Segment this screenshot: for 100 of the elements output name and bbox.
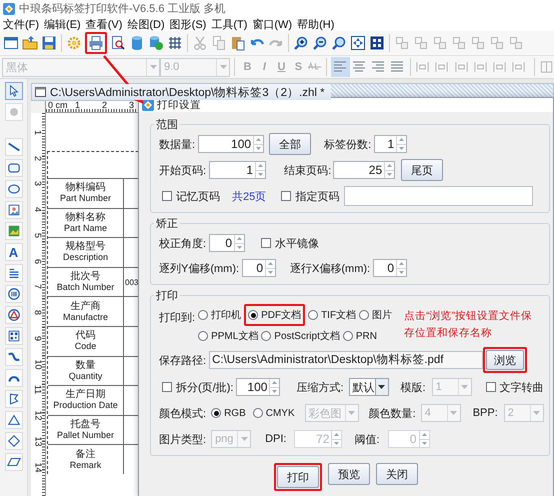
diamond-tool-button[interactable] — [4, 432, 22, 450]
radio-option[interactable]: 图片 — [359, 308, 392, 322]
radio-option[interactable]: PRN — [342, 330, 377, 342]
clipboard-icon[interactable] — [230, 35, 246, 51]
gear-icon[interactable] — [66, 35, 82, 51]
y-offset-field[interactable]: 0 — [242, 259, 276, 277]
arc-tool-button[interactable] — [4, 369, 22, 387]
end-page-field[interactable]: 25 — [333, 161, 396, 179]
menu-item[interactable]: 文件(F) — [3, 16, 40, 32]
caret-icon — [348, 411, 356, 415]
browse-button[interactable]: 浏览 — [486, 350, 524, 370]
menu-item[interactable]: 窗口(W) — [252, 16, 292, 32]
zoom-out-icon[interactable] — [312, 35, 328, 51]
diamond-icon — [6, 434, 20, 448]
dialog-button[interactable]: 预览 — [328, 463, 370, 485]
x-offset-field[interactable]: 0 — [373, 259, 408, 277]
copies-field[interactable]: 1 — [374, 135, 408, 153]
spinner-arrows-icon[interactable] — [255, 162, 266, 178]
rounded-rectangle-tool-button[interactable] — [4, 159, 22, 177]
checkbox-label: 拆分(页/批): — [176, 380, 234, 394]
field-label: BPP: — [472, 407, 498, 419]
align-left-button[interactable] — [330, 57, 350, 77]
ellipse-tool-button[interactable] — [4, 180, 22, 198]
parallelogram-tool-button[interactable] — [4, 453, 22, 471]
curve-tool-button[interactable] — [4, 348, 22, 366]
all-button[interactable]: 全部 — [269, 133, 312, 155]
checkered-square-icon[interactable] — [369, 35, 385, 51]
checkbox[interactable] — [486, 382, 496, 392]
menu-item[interactable]: 帮助(H) — [297, 16, 334, 32]
folder-icon[interactable] — [22, 35, 38, 51]
line-tool-button[interactable] — [4, 138, 22, 156]
zoom-in-icon[interactable] — [293, 35, 309, 51]
qr-code-tool-button[interactable] — [4, 327, 22, 345]
menu-item[interactable]: 图形(S) — [170, 16, 206, 32]
polyline-tool-button[interactable] — [4, 390, 22, 408]
save-path-field[interactable]: C:\Users\Administrator\Desktop\物料标签.pdf — [209, 351, 484, 369]
page-magnifier-icon[interactable] — [110, 35, 126, 51]
curve-icon — [6, 350, 20, 364]
spinner-arrows-icon[interactable] — [253, 136, 264, 152]
menu-item[interactable]: 查看(V) — [86, 16, 122, 32]
split-field[interactable]: 100 — [236, 378, 280, 396]
grid-icon[interactable] — [167, 35, 183, 51]
field-label: 标签份数: — [324, 138, 372, 152]
fit-page-icon[interactable] — [350, 35, 366, 51]
dialog-button[interactable]: 打印 — [277, 466, 319, 488]
radio-option[interactable]: RGB — [211, 408, 246, 418]
magnifier-icon[interactable] — [331, 35, 347, 51]
checkbox[interactable] — [281, 191, 292, 201]
compression-select[interactable]: 默认 — [348, 378, 389, 396]
checkbox[interactable] — [162, 382, 172, 392]
warning-circle-tool-button[interactable] — [4, 306, 22, 324]
paragraph-icon — [6, 266, 20, 280]
checkbox-label: 记忆页码 — [176, 190, 220, 204]
menu-item[interactable]: 工具(T) — [211, 16, 248, 32]
radio-option[interactable]: 打印机 — [198, 308, 242, 322]
field-value: 003 — [125, 278, 138, 287]
field-label: 打印到: — [159, 311, 196, 325]
start-page-field[interactable]: 1 — [209, 161, 266, 179]
radio-option[interactable]: PDF文档 — [248, 308, 302, 322]
field-name-english: Manufactre — [62, 312, 108, 323]
spinner-arrows-icon[interactable] — [269, 379, 280, 395]
caret-icon — [450, 411, 458, 415]
data-count-field[interactable]: 100 — [198, 135, 264, 153]
menu-item[interactable]: 编辑(E) — [44, 16, 81, 32]
spinner-arrows-icon[interactable] — [384, 162, 394, 178]
paragraph-tool-button[interactable] — [4, 264, 22, 282]
angle-field[interactable]: 0 — [209, 234, 246, 252]
checkbox-label: 文字转曲 — [500, 380, 544, 394]
radio-option[interactable]: PostScript文档 — [261, 329, 340, 343]
spinner-arrows-icon[interactable] — [396, 260, 406, 276]
database-check-icon[interactable] — [148, 35, 164, 51]
radio-option[interactable]: PPML文档 — [198, 329, 258, 343]
triangle-tool-button[interactable] — [4, 411, 22, 429]
window-icon[interactable] — [3, 35, 19, 51]
field-name: 批次号 — [70, 271, 100, 282]
field-label: 模版: — [400, 380, 426, 394]
document-tab[interactable]: C:\Users\Administrator\Desktop\物料标签3（2）.zhl * — [32, 84, 331, 100]
last-page-button[interactable]: 尾页 — [401, 159, 444, 181]
ellipse-icon — [6, 182, 20, 196]
dialog-button[interactable]: 关闭 — [376, 463, 418, 485]
checkbox[interactable] — [261, 238, 272, 248]
image-frame-tool-button[interactable] — [4, 201, 22, 219]
text-tool-button[interactable]: A — [4, 243, 22, 261]
barcode-circle-tool-button[interactable] — [4, 285, 22, 303]
spinner-arrows-icon[interactable] — [234, 235, 244, 251]
menu-item[interactable]: 绘图(D) — [127, 16, 165, 32]
page-input-field[interactable] — [344, 186, 533, 206]
spinner-arrows-icon[interactable] — [396, 136, 406, 152]
field-label: 结束页码: — [284, 164, 332, 178]
picture-tool-button[interactable] — [4, 222, 22, 240]
field-name-english: Production Date — [53, 400, 118, 412]
radio-option[interactable]: TIF文档 — [308, 308, 356, 322]
ruler-number: 3 — [34, 181, 42, 186]
checkbox[interactable] — [162, 191, 172, 201]
ruler-number: 13 — [34, 436, 42, 446]
field-label: 校正角度: — [159, 236, 206, 250]
spinner-arrows-icon[interactable] — [265, 260, 276, 276]
pointer-tool-button[interactable] — [4, 82, 22, 100]
field-name: 物料编码 — [66, 182, 106, 194]
radio-option[interactable]: CMYK — [252, 408, 295, 418]
